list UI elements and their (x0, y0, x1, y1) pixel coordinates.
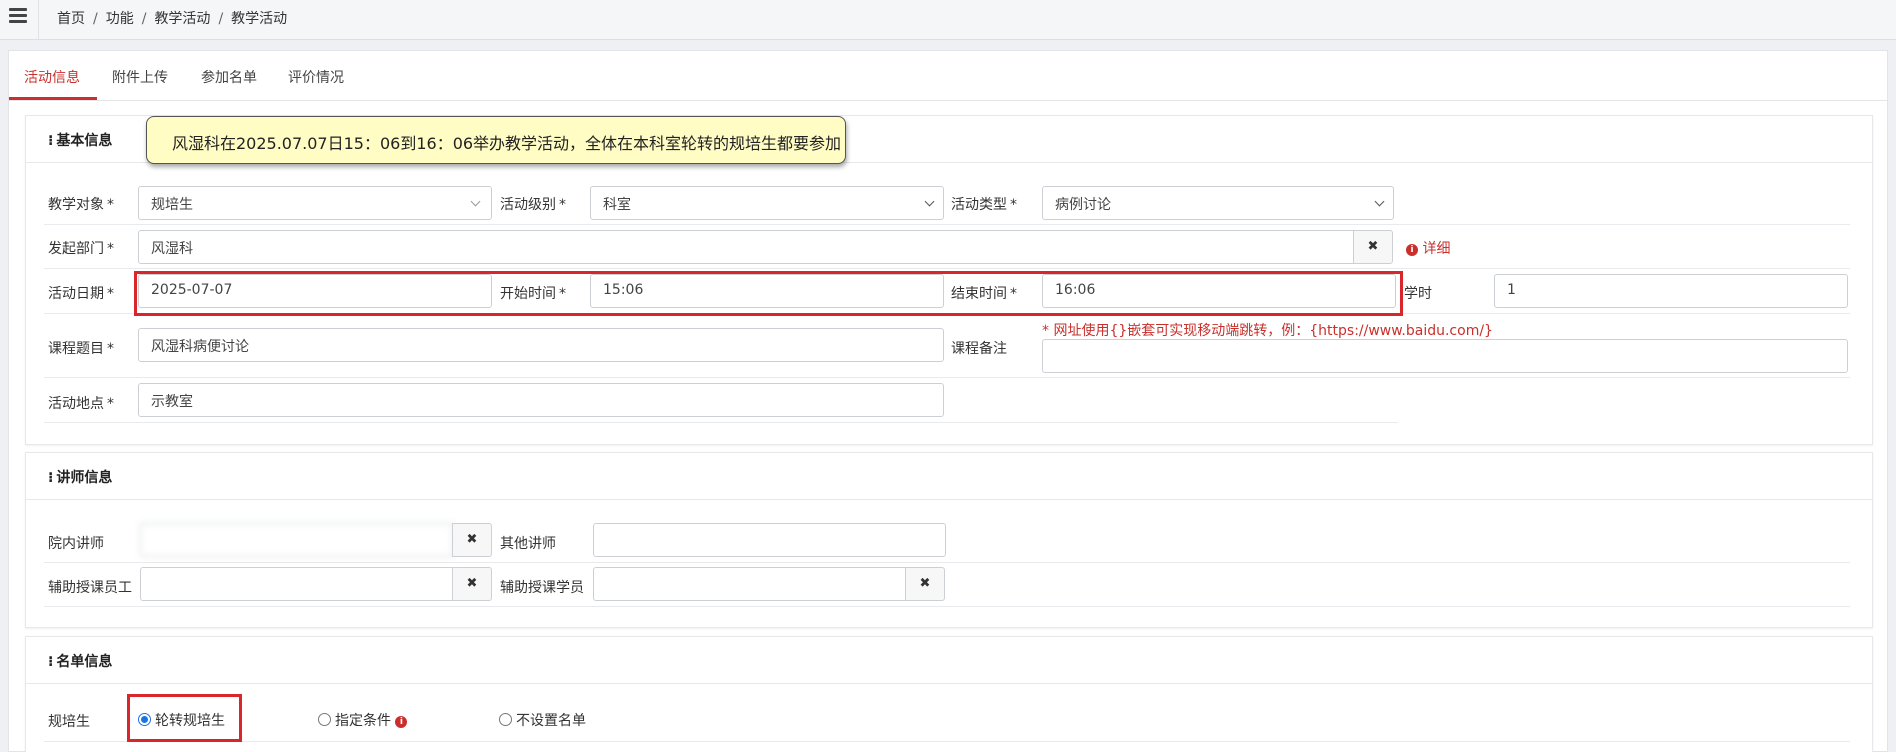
note-label: 课程备注 (951, 341, 1007, 357)
radio-no-roster[interactable]: 不设置名单 (499, 710, 586, 730)
other-lecturer-input[interactable] (593, 523, 946, 557)
vertical-dots-icon: ⁝ (48, 470, 54, 486)
info-icon: i (395, 716, 408, 728)
breadcrumb-current: 教学活动 (231, 11, 288, 27)
row-divider (44, 562, 1850, 563)
assist-staff-clear-icon[interactable]: ✖ (452, 567, 492, 601)
radio-unselected-icon (499, 713, 512, 726)
section-title: ⁝ 名单信息 (48, 654, 113, 670)
hours-label: 学时 (1404, 286, 1432, 302)
tab-attachments[interactable]: 附件上传 (112, 67, 168, 87)
roster-row-label: 规培生 (48, 714, 90, 730)
type-label: 活动类型 * (951, 197, 1017, 213)
breadcrumb-home[interactable]: 首页 (57, 11, 85, 27)
tab-bar: 活动信息 附件上传 参加名单 评价情况 (9, 51, 1887, 101)
row-divider (44, 224, 1850, 225)
breadcrumb: 首页 / 功能 / 教学活动 / 教学活动 (57, 11, 288, 27)
breadcrumb-teaching[interactable]: 教学活动 (154, 11, 210, 27)
level-select[interactable]: 科室 (590, 186, 944, 220)
dept-detail-link[interactable]: i 详细 (1406, 238, 1450, 258)
highlight-box-time (134, 271, 1403, 316)
row-divider (44, 741, 1850, 742)
topic-label: 课程题目 * (48, 341, 114, 357)
assist-student-clear-icon[interactable]: ✖ (905, 567, 945, 601)
row-divider (44, 422, 1398, 423)
type-select[interactable]: 病例讨论 (1042, 186, 1394, 220)
divider (38, 0, 39, 40)
assist-student-label: 辅助授课学员 (500, 580, 584, 596)
dept-input[interactable]: 风湿科 (138, 230, 1354, 264)
roster-section: ⁝ 名单信息 (25, 636, 1873, 752)
note-input[interactable] (1042, 339, 1848, 373)
active-tab-indicator (9, 97, 97, 100)
vertical-dots-icon: ⁝ (48, 133, 54, 149)
assist-student-input[interactable] (593, 567, 906, 601)
top-bar: 首页 / 功能 / 教学活动 / 教学活动 (0, 0, 1896, 40)
internal-lecturer-clear-icon[interactable]: ✖ (452, 523, 492, 557)
info-icon: i (1406, 244, 1418, 256)
assist-staff-label: 辅助授课员工 (48, 580, 132, 596)
place-input[interactable]: 示教室 (138, 383, 944, 417)
assist-staff-input[interactable] (140, 567, 453, 601)
internal-lecturer-input[interactable] (140, 523, 453, 557)
section-header: ⁝ 名单信息 (26, 637, 1872, 684)
radio-specified-conditions[interactable]: 指定条件 i (318, 710, 408, 730)
row-divider (44, 268, 1850, 269)
section-header: ⁝ 讲师信息 (26, 453, 1872, 500)
place-label: 活动地点 * (48, 396, 114, 412)
row-divider (44, 606, 1850, 607)
highlight-box-roster (127, 694, 242, 742)
breadcrumb-function[interactable]: 功能 (106, 11, 134, 27)
tab-participants[interactable]: 参加名单 (201, 67, 257, 87)
menu-toggle-icon[interactable] (9, 8, 27, 24)
row-divider (44, 377, 1850, 378)
info-tooltip: 风湿科在2025.07.07日15：06到16：06举办教学活动，全体在本科室轮… (146, 116, 846, 164)
vertical-dots-icon: ⁝ (48, 654, 54, 670)
topic-input[interactable]: 风湿科病便讨论 (138, 328, 944, 362)
date-label: 活动日期 * (48, 286, 114, 302)
hours-input[interactable]: 1 (1494, 274, 1848, 308)
section-title: ⁝ 讲师信息 (48, 470, 113, 486)
tab-evaluation[interactable]: 评价情况 (288, 67, 344, 87)
target-label: 教学对象 * (48, 197, 114, 213)
note-hint: * 网址使用{}嵌套可实现移动端跳转，例：{https://www.baidu.… (1042, 323, 1493, 339)
internal-lecturer-label: 院内讲师 (48, 536, 104, 552)
radio-unselected-icon (318, 713, 331, 726)
dept-clear-icon[interactable]: ✖ (1353, 230, 1393, 264)
level-label: 活动级别 * (500, 197, 566, 213)
dept-label: 发起部门 * (48, 241, 114, 257)
other-lecturer-label: 其他讲师 (500, 536, 556, 552)
tab-activity-info[interactable]: 活动信息 (24, 67, 80, 87)
section-title: ⁝ 基本信息 (48, 133, 113, 149)
target-select[interactable]: 规培生 (138, 186, 492, 220)
